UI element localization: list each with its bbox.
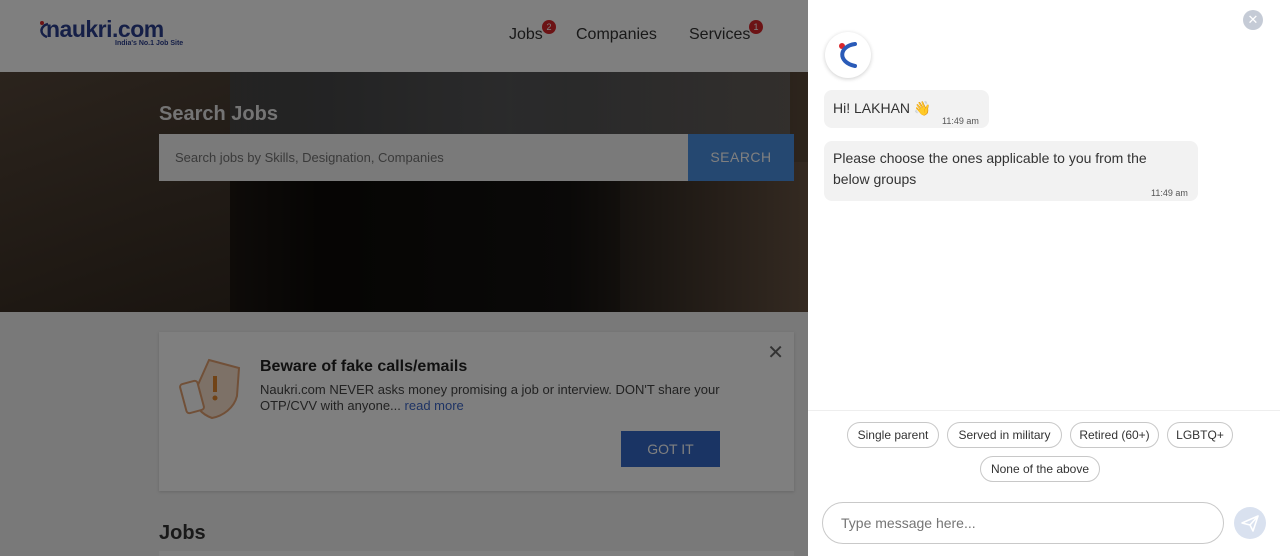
chip-served-in-military[interactable]: Served in military [947,422,1062,448]
message-text: Hi! LAKHAN 👋 [833,100,932,116]
message-input-box [822,502,1224,544]
message-text: Please choose the ones applicable to you… [833,150,1147,187]
chat-message: Please choose the ones applicable to you… [824,141,1198,201]
chip-lgbtq[interactable]: LGBTQ+ [1167,422,1233,448]
message-time: 11:49 am [1151,188,1188,198]
message-time: 11:49 am [942,116,979,126]
chat-message: Hi! LAKHAN 👋 11:49 am [824,90,989,128]
close-chat-icon[interactable]: ✕ [1243,10,1263,30]
send-button[interactable] [1234,507,1266,539]
chatbot-panel: ✕ Hi! LAKHAN 👋 11:49 am Please choose th… [808,0,1280,556]
message-input[interactable] [823,503,1223,543]
chip-single-parent[interactable]: Single parent [847,422,939,448]
chip-none-of-the-above[interactable]: None of the above [980,456,1100,482]
send-icon [1241,515,1259,532]
bot-avatar [825,32,871,78]
naukri-bot-icon [839,42,857,68]
modal-overlay[interactable] [0,0,808,556]
chip-retired[interactable]: Retired (60+) [1070,422,1159,448]
